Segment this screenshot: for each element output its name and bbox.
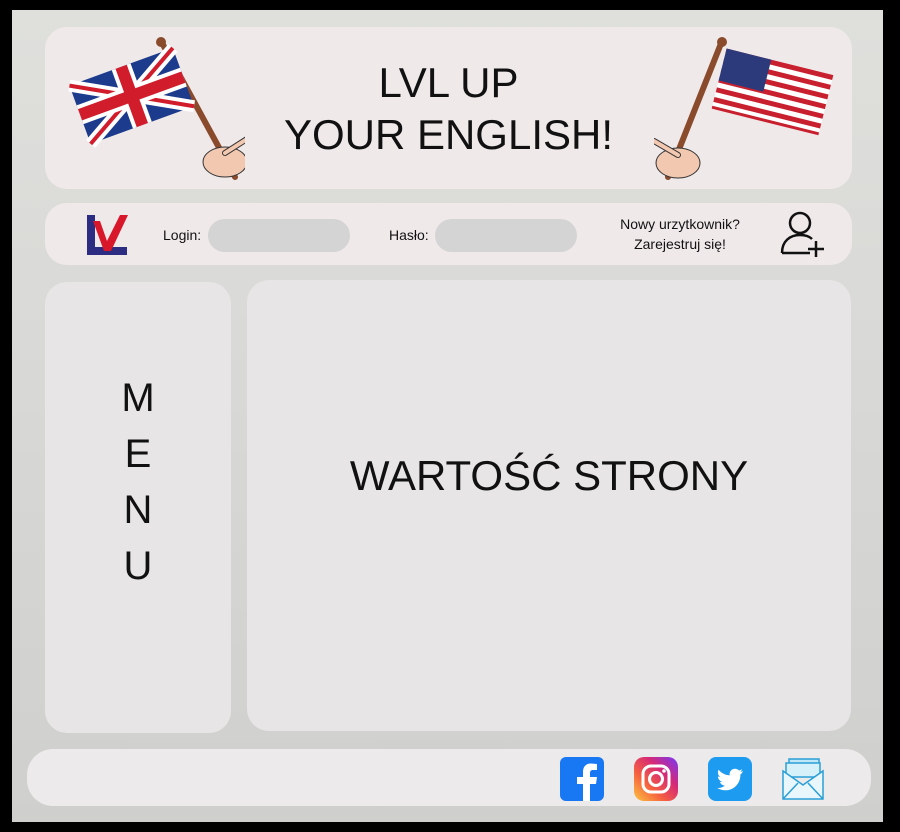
login-label: Login: bbox=[163, 227, 202, 243]
add-user-icon[interactable] bbox=[778, 209, 828, 259]
instagram-icon[interactable] bbox=[634, 757, 678, 801]
header-banner: LVL UP YOUR ENGLISH! bbox=[45, 27, 852, 189]
facebook-icon[interactable] bbox=[560, 757, 604, 801]
footer-bar bbox=[27, 749, 871, 806]
content-title: WARTOŚĆ STRONY bbox=[349, 452, 749, 499]
mail-icon[interactable] bbox=[781, 757, 825, 801]
lvl-logo-icon[interactable] bbox=[83, 211, 133, 257]
login-bar: Login: Hasło: Nowy urzytkownik? Zarejest… bbox=[45, 203, 852, 265]
twitter-icon[interactable] bbox=[708, 757, 752, 801]
password-label: Hasło: bbox=[389, 227, 429, 243]
login-input[interactable] bbox=[208, 219, 350, 252]
main-content: WARTOŚĆ STRONY bbox=[247, 280, 851, 731]
side-menu[interactable]: M E N U bbox=[45, 282, 231, 733]
menu-label: M E N U bbox=[45, 370, 231, 594]
us-flag-icon bbox=[654, 37, 834, 180]
menu-letter: E bbox=[124, 432, 152, 476]
password-input[interactable] bbox=[435, 219, 577, 252]
menu-letter: U bbox=[123, 544, 153, 588]
register-question: Nowy urzytkownik? bbox=[620, 216, 740, 232]
register-link[interactable]: Nowy urzytkownik? Zarejestruj się! bbox=[605, 214, 755, 254]
menu-letter: N bbox=[123, 488, 153, 532]
register-cta: Zarejestruj się! bbox=[634, 236, 726, 252]
menu-letter: M bbox=[121, 376, 155, 420]
